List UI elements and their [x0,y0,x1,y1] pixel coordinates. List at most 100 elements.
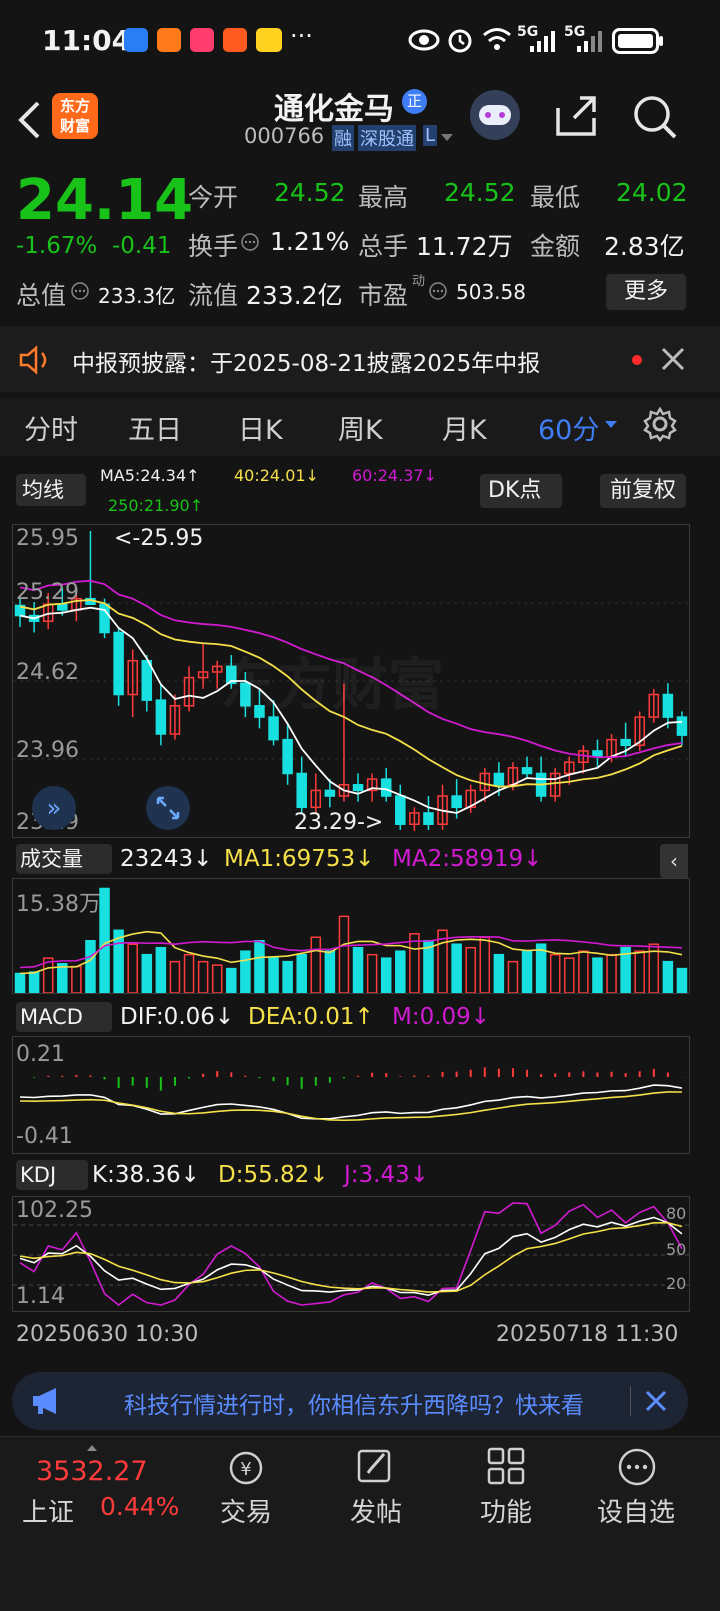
volume-chart[interactable] [12,878,690,994]
low-marker: 23.29-> [294,810,384,835]
ad-text[interactable]: 科技行情进行时，你相信东升西降吗？快来看 [124,1386,632,1420]
tab-weekly-k[interactable]: 周K [338,408,383,447]
candle-body [155,699,167,735]
logo-text-2: 财富 [59,117,90,135]
candle-body [592,750,603,758]
volume-ma2: MA2:58919↓ [392,846,543,872]
volume-bar [141,953,153,993]
dk-point-button[interactable]: DK点 [480,474,562,508]
robot-assistant-icon[interactable] [470,90,520,140]
kdj-indicator-button[interactable]: KDJ [16,1160,88,1190]
back-icon[interactable] [16,100,42,140]
volume-bar [352,946,364,993]
wifi-icon [483,28,511,50]
settings-gear-icon[interactable] [642,406,678,442]
volume-bar [99,887,110,993]
volume-bar [592,957,603,993]
tab-daily-k[interactable]: 日K [238,408,283,447]
nav-trade[interactable]: 交易 [196,1492,296,1529]
stock-name: 通化金马 [274,92,394,127]
kdj-d: D:55.82↓ [218,1162,329,1188]
info-icon[interactable] [70,281,90,301]
meituan-icon [256,28,282,52]
macd-m: M:0.09↓ [392,1004,491,1030]
functions-icon[interactable] [486,1446,526,1486]
candle-body [521,767,533,775]
tab-intraday[interactable]: 分时 [24,408,78,447]
taobao-icon [223,28,247,52]
eastmoney-logo: 东方 财富 [52,93,98,139]
nav-post[interactable]: 发帖 [326,1492,426,1529]
tab-monthly-k[interactable]: 月K [442,408,487,447]
candle-body [296,772,307,809]
index-name[interactable]: 上证 [22,1492,74,1529]
nav-add-watchlist[interactable]: 设自选 [586,1492,686,1529]
volume-y-label: 15.38万 [16,892,101,917]
macd-y-top: 0.21 [16,1042,65,1067]
volume-bar [226,967,237,993]
volume-bar [451,943,462,993]
tab-60-minute[interactable]: 60分 [538,408,599,447]
alarm-icon [448,29,472,53]
more-notifications-icon: ··· [290,22,313,50]
index-value[interactable]: 3532.27 [36,1456,148,1487]
pe-value: 503.58 [456,280,526,304]
change-value: -0.41 [112,233,172,259]
volume-bar [338,915,350,993]
trade-icon[interactable]: ¥ [224,1446,268,1490]
margin-tag: 融 [332,125,354,151]
volume-bar [366,953,378,993]
macd-indicator-button[interactable]: MACD [16,1002,112,1032]
tab-five-day[interactable]: 五日 [128,408,182,447]
share-icon[interactable] [554,94,598,138]
macd-chart[interactable] [12,1036,690,1154]
ma60-value: 60:24.37↓ [352,466,437,485]
volume-bar [310,936,322,993]
last-price: 24.14 [16,168,194,233]
search-icon[interactable] [632,94,678,140]
ma40-value: 40:24.01↓ [234,466,319,485]
index-up-arrow-icon [87,1445,97,1451]
amount-label: 金额 [530,232,581,261]
y-label-4: 23.96 [16,738,79,763]
kdj-j: J:3.43↓ [344,1162,430,1188]
open-label: 今开 [188,183,239,212]
fullscreen-icon[interactable] [146,786,190,830]
post-icon[interactable] [354,1446,396,1488]
more-circle-icon[interactable] [616,1446,658,1488]
kdj-y-top: 102.25 [16,1198,93,1223]
info-icon[interactable] [240,232,260,252]
notice-text[interactable]: 中报预披露：于2025-08-21披露2025年中报 [72,344,540,378]
turnover-label: 换手 [188,232,239,261]
macd-dif: DIF:0.06↓ [120,1004,235,1030]
volume-label: 总手 [358,232,409,261]
volume-bar [71,965,82,993]
kdj-chart[interactable] [12,1196,690,1312]
ma250-value: 250:21.90↑ [108,496,204,515]
dropdown-arrow-icon[interactable] [604,420,618,430]
candle-body [395,795,406,825]
index-change[interactable]: 0.44% [100,1492,179,1521]
info-icon[interactable] [428,281,448,301]
expand-panel-icon[interactable]: ‹ [660,844,688,878]
chevron-down-icon[interactable] [440,133,454,143]
collapse-panel-icon[interactable]: » [32,786,76,830]
low-value: 24.02 [616,178,688,207]
ma-button[interactable]: 均线 [16,474,86,506]
adjust-mode-button[interactable]: 前复权 [600,474,686,508]
volume-bar [521,950,533,993]
volume-bar [634,950,645,993]
volume-bar [282,960,293,993]
status-time: 11:04 [42,24,132,57]
nav-functions[interactable]: 功能 [456,1492,556,1529]
volume-indicator-button[interactable]: 成交量 [16,844,112,874]
candle-body [57,603,68,611]
volume-bar [211,964,223,993]
amount-value: 2.83亿 [604,232,685,261]
candle-body [141,659,153,701]
more-button[interactable]: 更多 [606,274,686,310]
close-ad-icon[interactable] [644,1389,668,1413]
x-axis-end: 20250718 11:30 [496,1322,679,1347]
kdj-ref-80: 80 [666,1204,687,1223]
close-icon[interactable] [660,346,686,372]
